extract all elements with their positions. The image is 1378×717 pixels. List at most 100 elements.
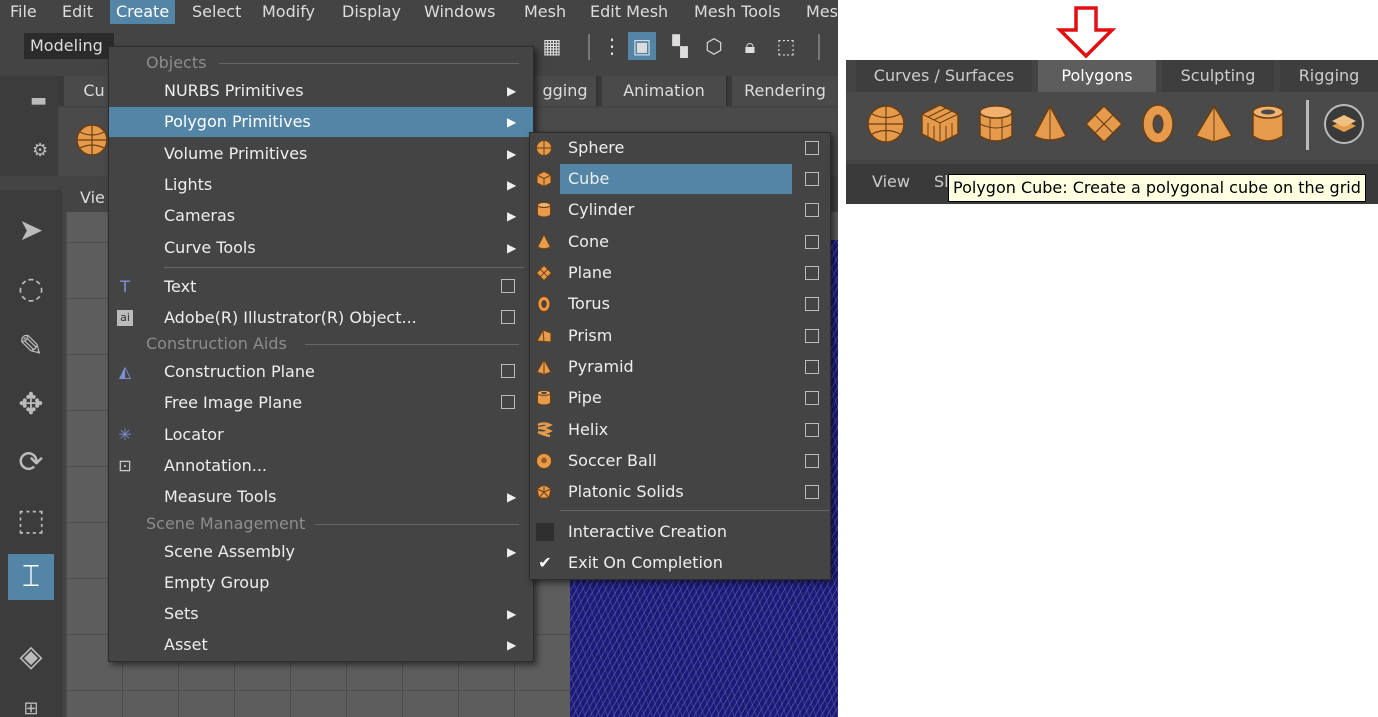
menu-item-locator[interactable]: ✳ Locator [109,420,533,450]
tab-rigging[interactable]: gging [534,76,598,106]
tab-rendering[interactable]: Rendering [732,76,838,106]
menu-item-scene-assembly[interactable]: Scene Assembly ▶ [109,537,533,567]
submenu-item-torus[interactable]: Torus [530,289,830,319]
option-box[interactable] [805,172,819,186]
menu-edit[interactable]: Edit [56,0,99,24]
menu-item-measure-tools[interactable]: Measure Tools ▶ [109,482,533,512]
submenu-item-sphere[interactable]: Sphere [530,133,830,163]
submenu-item-pipe[interactable]: Pipe [530,383,830,413]
last-tool-icon[interactable]: ⌶ [8,554,54,600]
option-box[interactable] [501,395,515,409]
menu-item-curve-tools[interactable]: Curve Tools ▶ [109,233,533,263]
lock-icon[interactable]: 🔒︎ [736,32,764,60]
tab-animation[interactable]: Animation [602,76,728,106]
layout-grid-icon[interactable]: ⊞ [8,686,54,717]
poly-cylinder-icon[interactable] [974,102,1018,146]
object-mode-icon[interactable]: ▣ [628,32,656,60]
select-tool-icon[interactable]: ⬚ [772,32,800,60]
poly-plane-icon[interactable] [1082,102,1126,146]
menu-display[interactable]: Display [336,0,407,24]
select-by-hierarchy-icon[interactable]: ▦ [538,32,566,60]
section-divider [219,63,519,64]
layout-single-icon[interactable]: ◈ [8,634,54,680]
component-mode-icon[interactable]: ▚ [666,32,694,60]
submenu-item-plane[interactable]: Plane [530,258,830,288]
tab-curves-surfaces[interactable]: Curves / Surfaces [856,60,1032,92]
menu-item-cameras[interactable]: Cameras ▶ [109,201,533,231]
scale-tool-icon[interactable]: ⬚ [8,498,54,544]
submenu-item-cube[interactable]: Cube [530,164,830,194]
menu-edit-mesh[interactable]: Edit Mesh [584,0,674,24]
menu-item-lights[interactable]: Lights ▶ [109,170,533,200]
vertex-mode-icon[interactable]: ⋮ [598,32,626,60]
option-box[interactable] [805,235,819,249]
menu-item-empty-group[interactable]: Empty Group [109,568,533,598]
menu-mesh-tools[interactable]: Mesh Tools [688,0,787,24]
paint-select-tool-icon[interactable]: ✎ [8,324,54,370]
combine-icon[interactable] [1322,102,1366,146]
rotate-tool-icon[interactable]: ⟳ [8,440,54,486]
menu-item-volume-primitives[interactable]: Volume Primitives ▶ [109,139,533,169]
menu-item-label: Asset [164,635,208,654]
menu-windows[interactable]: Windows [418,0,501,24]
select-tool-icon[interactable]: ➤ [8,208,54,254]
menu-item-free-image-plane[interactable]: Free Image Plane [109,388,533,418]
menu-item-annotation[interactable]: ⊡ Annotation... [109,451,533,481]
option-box[interactable] [805,485,819,499]
submenu-item-platonic-solids[interactable]: Platonic Solids [530,477,830,507]
gear-icon[interactable]: ⚙ [32,140,48,161]
option-box[interactable] [805,360,819,374]
menu-item-polygon-primitives[interactable]: Polygon Primitives ▶ [109,107,533,137]
option-box[interactable] [501,279,515,293]
menu-item-text[interactable]: T Text [109,272,533,302]
submenu-item-cone[interactable]: Cone [530,227,830,257]
menu-file[interactable]: File [4,0,43,24]
option-box[interactable] [805,203,819,217]
menu-mesh-display-partial[interactable]: Mes [800,0,838,24]
poly-torus-icon[interactable] [1136,102,1180,146]
submenu-item-interactive-creation[interactable]: Interactive Creation [530,517,830,547]
submenu-item-helix[interactable]: Helix [530,415,830,445]
poly-pipe-icon[interactable] [1246,102,1290,146]
submenu-item-cylinder[interactable]: Cylinder [530,195,830,225]
poly-cone-icon[interactable] [1028,102,1072,146]
menu-item-asset[interactable]: Asset ▶ [109,630,533,660]
viewport-view-menu[interactable]: Vie [80,188,105,207]
panel-view-menu[interactable]: View [872,172,910,191]
menu-item-illustrator-object[interactable]: ai Adobe(R) Illustrator(R) Object... [109,303,533,333]
construction-plane-icon: ◭ [118,362,132,381]
poly-pyramid-icon[interactable] [1192,102,1236,146]
menu-item-construction-plane[interactable]: ◭ Construction Plane [109,357,533,387]
option-box[interactable] [805,266,819,280]
cube-wire-icon[interactable]: ⬡ [700,32,728,60]
option-box[interactable] [805,297,819,311]
submenu-item-exit-on-completion[interactable]: ✔ Exit On Completion [530,548,830,578]
poly-sphere-shelf-icon[interactable] [74,122,110,158]
menu-icon[interactable]: ▬ [30,90,47,111]
move-tool-icon[interactable]: ✥ [8,382,54,428]
tab-sculpting[interactable]: Sculpting [1162,60,1274,92]
lasso-tool-icon[interactable]: ◌ [8,266,54,312]
tab-polygons[interactable]: Polygons [1038,60,1156,92]
submenu-item-prism[interactable]: Prism [530,321,830,351]
menu-item-sets[interactable]: Sets ▶ [109,599,533,629]
tab-rigging[interactable]: Rigging [1280,60,1378,92]
menu-modify[interactable]: Modify [256,0,321,24]
menu-item-nurbs-primitives[interactable]: NURBS Primitives ▶ [109,76,533,106]
panel-menu-partial[interactable]: Sl [934,172,949,191]
option-box[interactable] [805,329,819,343]
option-box[interactable] [501,364,515,378]
poly-cube-icon[interactable] [918,102,962,146]
poly-sphere-icon[interactable] [864,102,908,146]
workspace-select[interactable]: Modeling [24,33,114,59]
menu-create[interactable]: Create [110,0,176,24]
option-box[interactable] [805,423,819,437]
submenu-item-soccer-ball[interactable]: Soccer Ball [530,446,830,476]
menu-select[interactable]: Select [186,0,247,24]
submenu-item-pyramid[interactable]: Pyramid [530,352,830,382]
option-box[interactable] [805,454,819,468]
option-box[interactable] [805,141,819,155]
option-box[interactable] [501,310,515,324]
menu-mesh[interactable]: Mesh [518,0,572,24]
option-box[interactable] [805,391,819,405]
